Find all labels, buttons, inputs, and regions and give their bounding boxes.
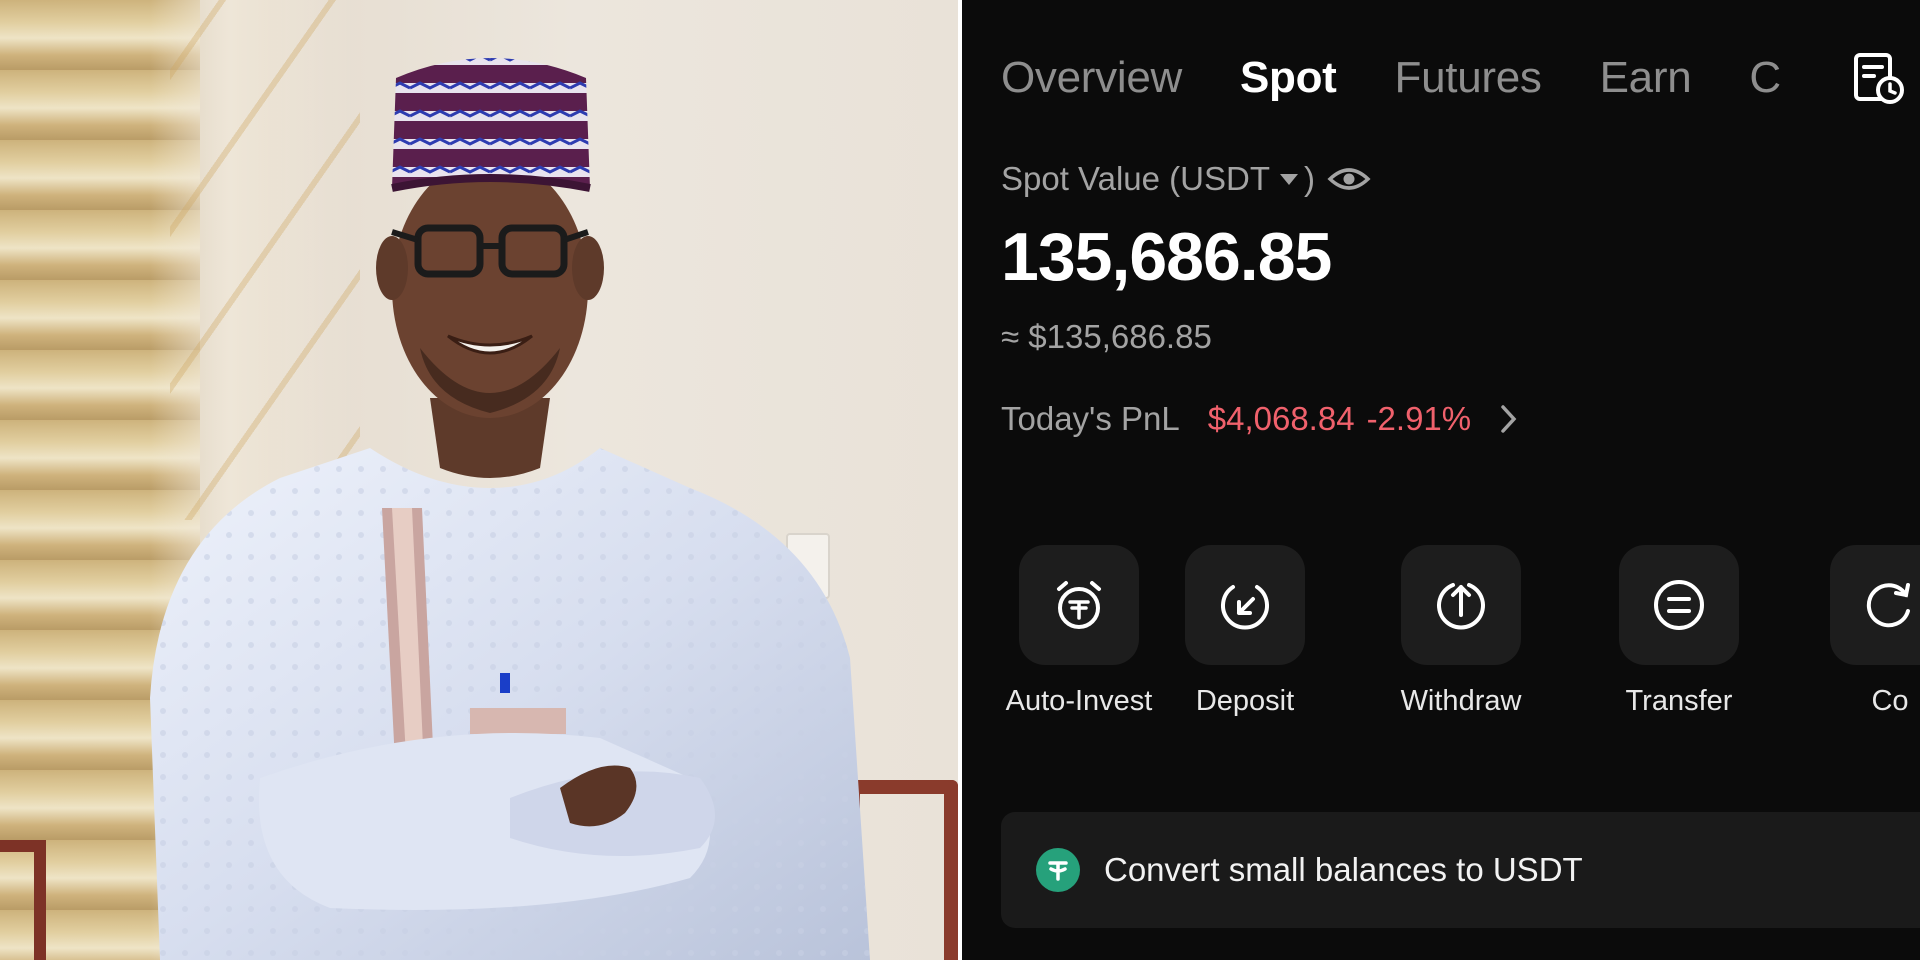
convert-banner-text: Convert small balances to USDT [1104,851,1583,888]
exchange-app-screen: Overview Spot Futures Earn C Spot Value … [962,0,1920,960]
tab-spot[interactable]: Spot [1240,53,1337,103]
chevron-right-icon[interactable] [1499,402,1519,436]
pnl-amount: $4,068.84 [1207,400,1355,437]
spot-value-label[interactable]: Spot Value (USDT ) [1001,160,1371,198]
portrait-photo [0,0,958,960]
quick-actions: Auto-Invest Deposit Withdraw Transfer Co [962,545,1920,735]
transfer-button[interactable]: Transfer [1589,545,1769,717]
spot-balance: 135,686.85 [1001,219,1332,295]
spot-value-text: Spot Value (USDT [1001,160,1270,197]
todays-pnl-row[interactable]: Today's PnL $4,068.84 -2.91% [1001,400,1519,438]
tab-overview[interactable]: Overview [1001,53,1182,103]
withdraw-button[interactable]: Withdraw [1371,545,1551,717]
auto-invest-button[interactable]: Auto-Invest [989,545,1169,717]
withdraw-arrow-icon [1437,583,1485,630]
tether-icon [1036,848,1080,892]
order-history-icon[interactable] [1850,50,1906,106]
person-figure [150,58,870,960]
tab-earn[interactable]: Earn [1600,53,1692,103]
auto-invest-clock-icon [1057,581,1101,629]
deposit-button[interactable]: Deposit [1155,545,1335,717]
convert-icon [1866,583,1910,628]
approx-usd-value: ≈ $135,686.85 [1001,318,1212,355]
transfer-icon [1654,580,1704,630]
currency-dropdown-caret-icon[interactable] [1280,173,1298,185]
pnl-label: Today's PnL [1001,400,1180,437]
convert-small-balances-banner[interactable]: Convert small balances to USDT [1001,812,1920,928]
tab-bar: Overview Spot Futures Earn C [1001,48,1781,108]
tab-futures[interactable]: Futures [1395,53,1542,103]
eye-icon[interactable] [1327,164,1371,194]
deposit-arrow-icon [1221,585,1269,630]
tab-truncated[interactable]: C [1749,53,1781,103]
convert-button[interactable]: Co [1800,545,1920,717]
pnl-percent: -2.91% [1366,400,1472,437]
